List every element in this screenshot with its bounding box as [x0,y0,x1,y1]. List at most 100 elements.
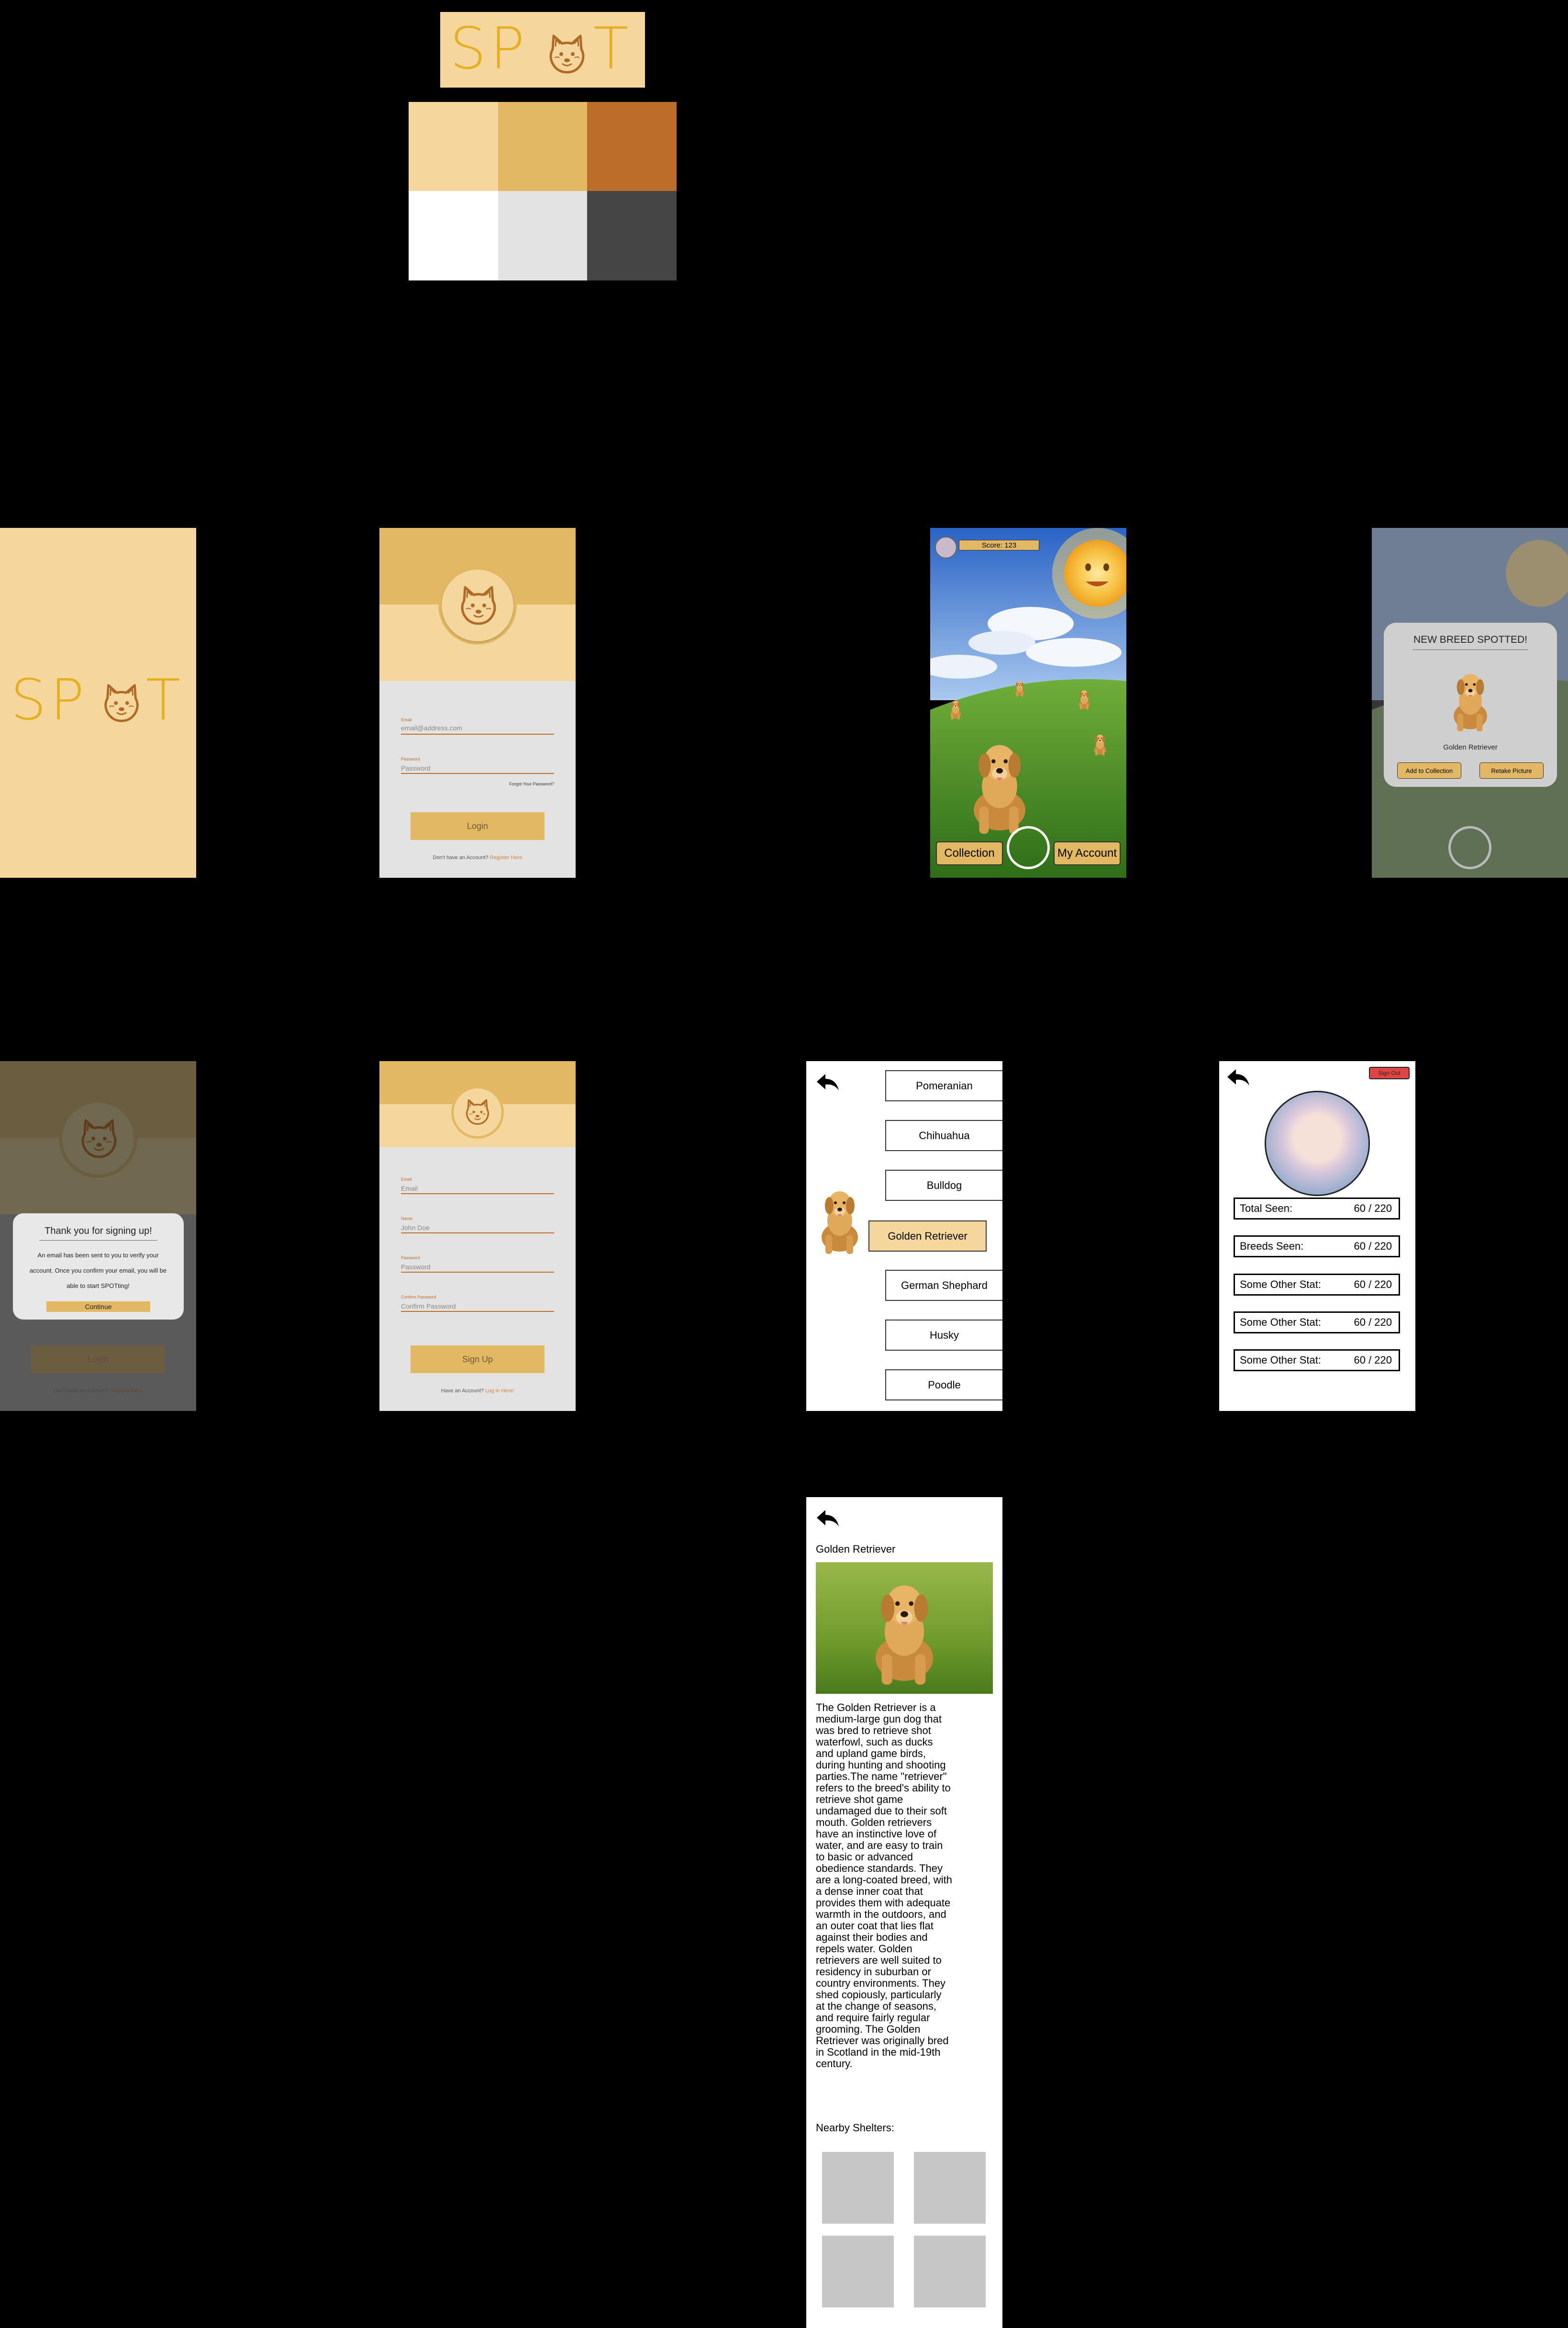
name-label: Name [401,1216,413,1221]
camera-screen: Score: 123 Collection My Account [930,528,1126,878]
email-label: Email [401,1177,412,1182]
register-prompt: Don't have an Account? Register Here [379,855,576,861]
add-to-collection-button[interactable]: Add to Collection [1397,762,1461,779]
stat-value: 60 / 220 [1354,1202,1392,1214]
login-link[interactable]: Log in Here! [485,1388,514,1394]
confirm-password-field[interactable] [401,1301,554,1312]
breed-row-golden-retriever[interactable]: Golden Retriever [868,1220,987,1252]
shelter-card[interactable] [914,2236,986,2307]
stat-label: Some Other Stat: [1240,1354,1321,1366]
shelter-card[interactable] [822,2236,894,2307]
breed-description: The Golden Retriever is a medium-large g… [816,1701,952,2070]
register-prompt-text: Don't have an Account? [53,1388,109,1394]
logo-text-left: SP [450,16,529,82]
popup-title: NEW BREED SPOTTED! [1413,634,1528,645]
signup-modal: Thank you for signing up! An email has b… [13,1213,184,1320]
dog-logo-icon [543,29,591,77]
login-prompt: Have an Account? Log in Here! [379,1388,576,1394]
register-prompt-dim: Don't have an Account? Register Here [0,1388,196,1394]
breed-detail-screen: Golden Retriever The Golden Retriever is… [806,1497,1002,2328]
stat-other-1: Some Other Stat: 60 / 220 [1234,1274,1400,1296]
capture-button[interactable] [1007,826,1050,869]
popup-breed-name: Golden Retriever [1443,743,1498,751]
sign-up-button[interactable]: Sign Up [411,1345,545,1373]
stat-label: Some Other Stat: [1240,1278,1321,1290]
golden-retriever-thumbnail [806,1185,873,1256]
breed-row-chihuahua[interactable]: Chihuahua [885,1120,1002,1151]
stat-other-3: Some Other Stat: 60 / 220 [1234,1349,1400,1371]
score-badge: Score: 123 [959,540,1039,550]
register-link: Register Here [110,1388,143,1394]
stat-value: 60 / 220 [1354,1354,1392,1366]
splash-screen: SP T [0,528,196,878]
palette-swatch [587,102,677,191]
confirm-password-label: Confirm Password [401,1295,436,1299]
back-arrow-icon[interactable] [816,1509,840,1528]
back-arrow-icon[interactable] [816,1073,840,1092]
modal-title: Thank you for signing up! [44,1226,152,1236]
splash-text-left: SP [11,667,89,733]
dog-logo-icon [462,1096,493,1127]
email-label: Email [401,717,412,722]
spotted-screen: NEW BREED SPOTTED! Golden Retriever Add … [1372,528,1568,878]
stat-other-2: Some Other Stat: 60 / 220 [1234,1311,1400,1333]
logo-card: SP T [440,12,645,88]
breed-row-poodle[interactable]: Poodle [885,1369,1002,1400]
password-field[interactable] [401,1262,554,1273]
splash-text-right: T [146,667,185,733]
capture-button[interactable] [1448,826,1491,869]
shelter-card[interactable] [914,2152,986,2224]
dog-logo-icon [98,679,145,726]
email-field[interactable] [401,1184,554,1194]
stat-value: 60 / 220 [1354,1316,1392,1328]
stat-label: Some Other Stat: [1240,1316,1321,1328]
password-field[interactable] [401,763,554,774]
popup-divider [1412,649,1528,650]
breed-row-husky[interactable]: Husky [885,1320,1002,1351]
camera-scene [930,528,1126,878]
shelter-card[interactable] [822,2152,894,2224]
retake-picture-button[interactable]: Retake Picture [1479,762,1544,779]
email-field[interactable]: email@address.com [401,724,554,735]
breed-row-german-shephard[interactable]: German Shephard [885,1270,1002,1301]
dog-logo-icon [75,1114,123,1162]
palette-swatch [587,191,677,280]
palette-swatch [498,191,587,280]
palette-swatch [498,102,587,191]
stat-label: Breeds Seen: [1240,1240,1304,1252]
register-link[interactable]: Register Here [490,855,523,861]
modal-divider [39,1240,157,1241]
breed-photo [816,1562,993,1694]
login-screen: Email email@address.com Password Forgot … [379,528,576,878]
logo-text-right: T [593,16,633,82]
register-prompt-text: Don't have an Account? [433,855,489,861]
signup-screen: Email Name Password Confirm Password Sig… [379,1061,576,1411]
dog-logo-icon [455,581,502,628]
signup-confirm-screen: Login Don't have an Account? Register He… [0,1061,196,1411]
stat-breeds-seen: Breeds Seen: 60 / 220 [1234,1235,1400,1257]
collection-screen: Pomeranian Chihuahua Bulldog Golden Retr… [806,1061,1002,1411]
spotted-popup: NEW BREED SPOTTED! Golden Retriever Add … [1384,623,1557,787]
profile-avatar[interactable] [1265,1091,1370,1196]
password-label: Password [401,1255,420,1260]
collection-button[interactable]: Collection [936,841,1003,865]
login-button[interactable]: Login [411,812,545,840]
user-avatar[interactable] [935,537,957,559]
breed-row-pomeranian[interactable]: Pomeranian [885,1070,1002,1101]
login-prompt-text: Have an Account? [441,1388,484,1394]
sign-out-button[interactable]: Sign Out [1369,1067,1410,1079]
my-account-button[interactable]: My Account [1054,841,1121,865]
breed-title: Golden Retriever [816,1543,896,1555]
breed-row-bulldog[interactable]: Bulldog [885,1170,1002,1201]
password-label: Password [401,757,420,761]
forgot-password-link[interactable]: Forgot Your Password? [509,782,554,786]
dog-photo [1444,665,1497,737]
modal-message: An email has been sent to you to verify … [29,1252,167,1289]
stat-value: 60 / 220 [1354,1278,1392,1290]
continue-button[interactable]: Continue [46,1301,150,1312]
palette-swatch [409,102,498,191]
name-field[interactable] [401,1223,554,1233]
palette-swatch [409,191,498,280]
stat-total-seen: Total Seen: 60 / 220 [1234,1198,1400,1220]
back-arrow-icon[interactable] [1226,1068,1250,1087]
